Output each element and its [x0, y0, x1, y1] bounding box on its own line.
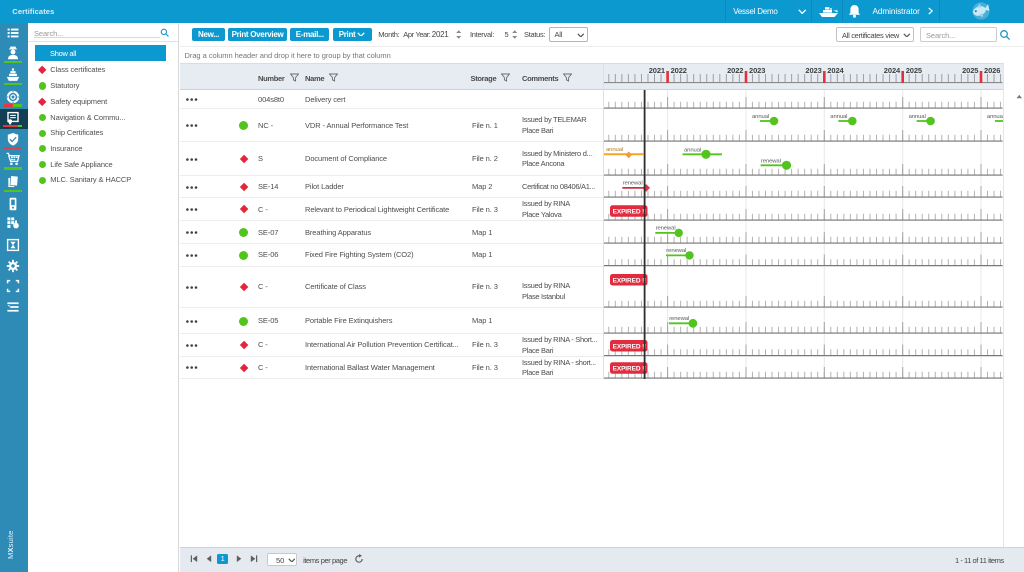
svg-text:2021: 2021 — [649, 66, 665, 75]
svg-text:2024: 2024 — [827, 66, 844, 75]
svg-text:2022: 2022 — [671, 66, 687, 75]
svg-text:2025: 2025 — [906, 66, 922, 75]
svg-text:2026: 2026 — [984, 66, 1000, 75]
svg-text:2025: 2025 — [962, 66, 978, 75]
svg-text:2022: 2022 — [727, 66, 743, 75]
svg-text:EXPIRED !!: EXPIRED !! — [613, 366, 647, 373]
svg-text:annual: annual — [752, 114, 769, 120]
svg-text:renewal: renewal — [666, 248, 686, 254]
svg-text:2023: 2023 — [805, 66, 821, 75]
svg-text:annual: annual — [909, 114, 926, 120]
svg-text:EXPIRED !!: EXPIRED !! — [613, 343, 647, 350]
svg-text:renewal: renewal — [669, 316, 689, 322]
svg-text:annual: annual — [987, 114, 1004, 120]
svg-text:annual: annual — [606, 147, 623, 153]
svg-text:annual: annual — [684, 147, 701, 153]
svg-text:renewal: renewal — [656, 226, 676, 232]
svg-text:renewal: renewal — [623, 181, 643, 187]
svg-text:EXPIRED !!: EXPIRED !! — [613, 209, 647, 216]
svg-text:renewal: renewal — [761, 158, 781, 164]
svg-text:EXPIRED !!: EXPIRED !! — [613, 277, 647, 284]
svg-text:2024: 2024 — [884, 66, 901, 75]
svg-text:annual: annual — [830, 114, 847, 120]
svg-text:2023: 2023 — [749, 66, 765, 75]
